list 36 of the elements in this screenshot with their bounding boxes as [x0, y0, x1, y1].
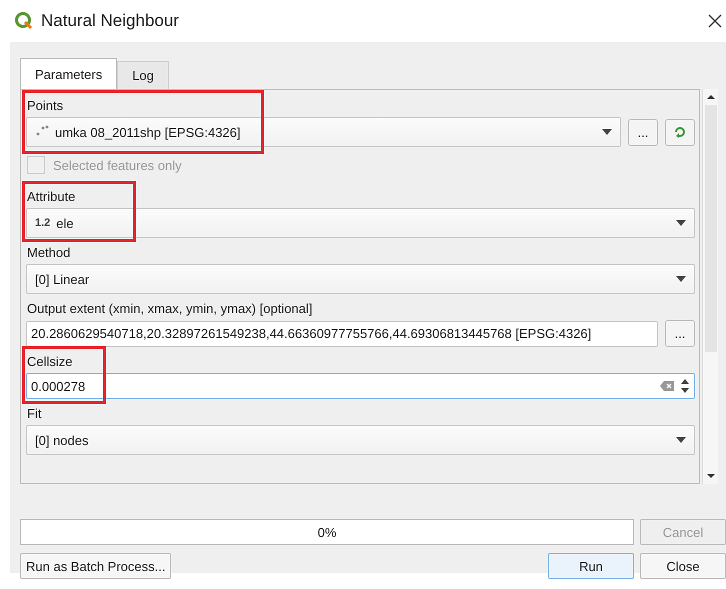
extent-field[interactable]: 20.2860629540718,20.32897261549238,44.66360977755766,44.69306813445768 [EPSG:4326]: [26, 320, 658, 346]
tab[interactable]: Parameters: [20, 58, 118, 89]
layer-dropdown[interactable]: umka 08_2011shp [EPSG:4326]: [26, 117, 621, 147]
close-button[interactable]: Close: [640, 553, 726, 579]
scrollbar[interactable]: [702, 89, 718, 484]
progress-text: 0%: [318, 524, 336, 540]
browse-button[interactable]: ...: [628, 118, 658, 146]
field-label: Method: [26, 244, 72, 262]
batch-button[interactable]: Run as Batch Process...: [20, 553, 172, 579]
app-logo-icon: [14, 11, 34, 31]
dropdown-arrow-icon[interactable]: [602, 129, 612, 135]
field-label: Output extent (xmin, xmax, ymin, ymax) [optional]: [26, 300, 314, 318]
tab[interactable]: Log: [117, 61, 169, 89]
field-label: Cellsize: [26, 353, 74, 371]
run-button[interactable]: Run: [548, 553, 634, 579]
clear-icon[interactable]: [660, 381, 674, 391]
dropdown[interactable]: [0] nodes: [26, 425, 695, 455]
field-label: Fit: [26, 405, 42, 423]
browse-button[interactable]: ...: [665, 320, 695, 347]
numeric-type-icon: 1.2: [35, 217, 50, 229]
dropdown-arrow-icon[interactable]: [676, 437, 686, 443]
window-title: Natural Neighbour: [41, 11, 179, 31]
scroll-up-icon[interactable]: [706, 93, 716, 101]
checkbox-label: Selected features only: [53, 158, 182, 172]
attribute-dropdown[interactable]: 1.2 ele: [26, 208, 695, 238]
field-label: Attribute: [26, 188, 76, 206]
scroll-down-icon[interactable]: [706, 472, 716, 480]
circular-arrow-icon[interactable]: [673, 125, 687, 139]
field-label: Points: [26, 97, 64, 115]
spin-arrows-icon[interactable]: [680, 377, 690, 395]
dropdown-arrow-icon[interactable]: [676, 220, 686, 226]
close-icon[interactable]: [708, 14, 722, 28]
dropdown-arrow-icon[interactable]: [676, 276, 686, 282]
iterate-button[interactable]: [665, 118, 695, 146]
dropdown[interactable]: [0] Linear: [26, 264, 695, 294]
cellsize-field[interactable]: 0.000278: [26, 373, 695, 399]
